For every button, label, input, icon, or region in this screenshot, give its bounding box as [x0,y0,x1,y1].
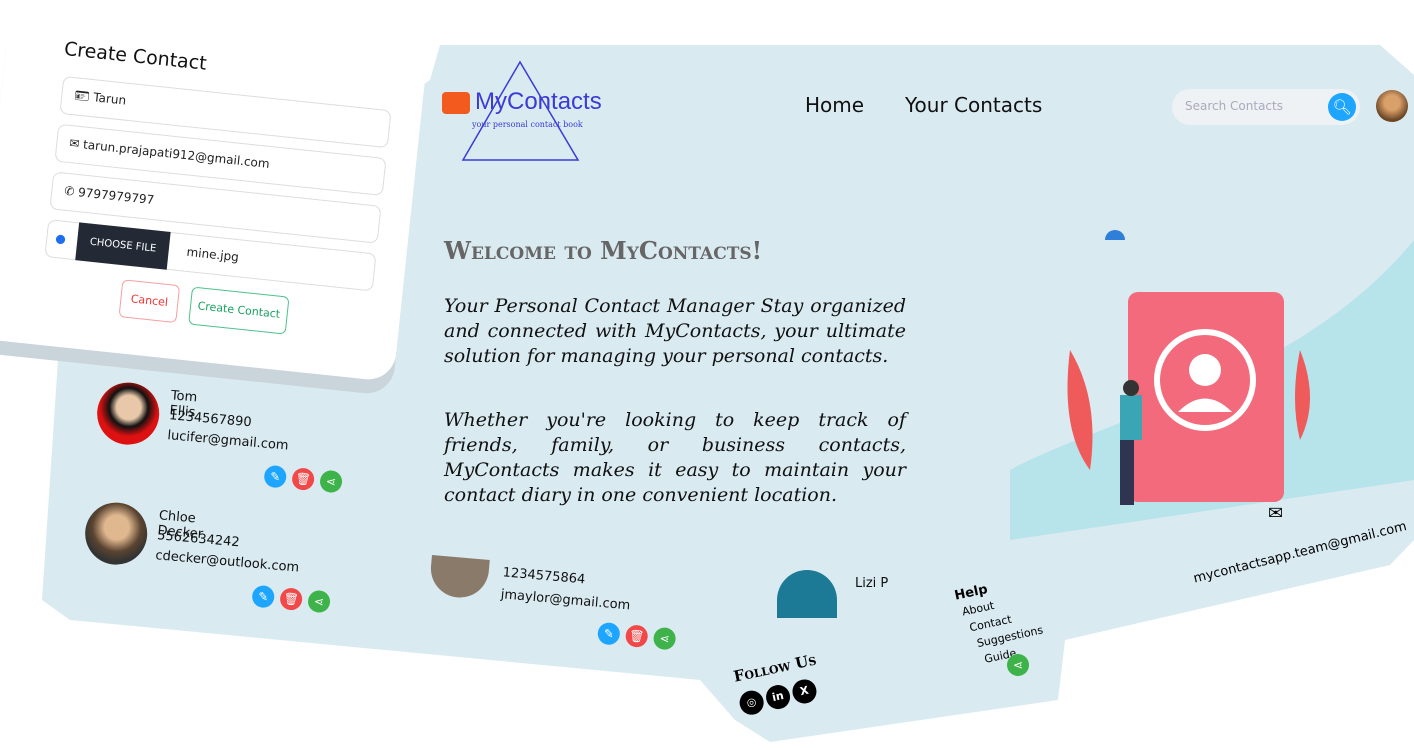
share-icon[interactable]: ⋖ [1007,654,1029,676]
logo[interactable]: MyContacts [475,88,602,116]
edit-icon[interactable]: ✎ [596,621,621,646]
create-contact-dialog: Create Contact 🪪︎ Tarun ✉ tarun.prajapat… [0,10,428,383]
choose-file-button[interactable]: CHOOSE FILE [75,222,171,270]
delete-icon[interactable]: 🗑︎ [624,624,649,649]
id-card-icon: 🪪︎ [73,88,95,105]
create-contact-button[interactable]: Create Contact [188,286,290,335]
avatar[interactable] [1376,90,1408,122]
user-icon: ● [54,231,67,247]
logo-icon [442,92,470,114]
delete-icon[interactable]: 🗑︎ [291,467,316,491]
x-icon[interactable]: X [790,677,819,706]
edit-icon[interactable]: ✎ [263,464,288,489]
instagram-icon[interactable]: ◎ [737,688,766,717]
cancel-button[interactable]: Cancel [118,279,181,324]
intro-paragraph: Your Personal Contact Manager Stay organ… [444,295,906,367]
share-icon[interactable]: ⋖ [652,626,677,651]
welcome-heading: Welcome to MyContacts! [444,236,763,265]
name-value: Tarun [92,90,127,108]
contact-name: Lizi P [855,576,889,591]
nav-home[interactable]: Home [805,93,864,117]
file-name: mine.jpg [185,244,240,265]
dialog-title: Create Contact [63,37,208,75]
search-icon[interactable]: 🔍︎ [1328,93,1356,121]
share-icon[interactable]: ⋖ [307,589,331,614]
edit-icon[interactable]: ✎ [251,584,276,609]
email-value: tarun.prajapati912@gmail.com [82,137,271,171]
phone-value: 9797979797 [77,185,155,208]
logo-tagline: your personal contact book [472,120,583,129]
delete-icon[interactable]: 🗑︎ [279,587,304,611]
share-icon[interactable]: ⋖ [319,469,343,494]
intro-paragraph-2: Whether you're looking to keep track of … [444,409,906,506]
linkedin-icon[interactable]: in [763,682,793,712]
nav-your-contacts[interactable]: Your Contacts [905,93,1042,117]
mail-icon: ✉ [1268,503,1284,524]
search-input[interactable]: Search Contacts [1185,99,1283,113]
search-bar[interactable]: Search Contacts 🔍︎ [1172,89,1360,125]
